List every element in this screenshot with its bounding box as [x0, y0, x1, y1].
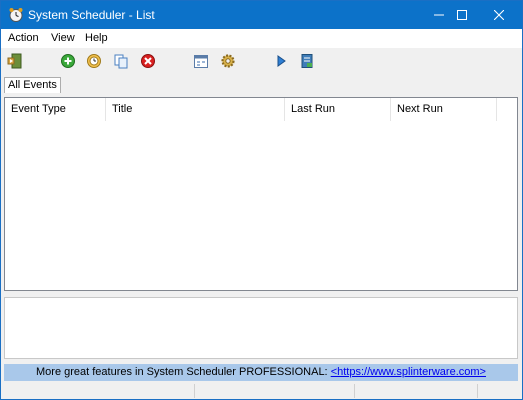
menu-bar: Action View Help	[1, 29, 522, 48]
promo-text: More great features in System Scheduler …	[36, 366, 331, 378]
edit-event-button[interactable]	[86, 53, 102, 69]
column-header-last-run[interactable]: Last Run	[285, 98, 391, 121]
status-cell-2	[354, 384, 477, 398]
status-bar	[1, 382, 522, 399]
column-header-event-type[interactable]: Event Type	[5, 98, 106, 121]
event-details-pane	[4, 297, 518, 359]
settings-button[interactable]	[220, 53, 236, 69]
column-header-title[interactable]: Title	[106, 98, 285, 121]
close-icon	[494, 10, 504, 20]
delete-event-button[interactable]	[140, 53, 156, 69]
exit-icon	[7, 53, 22, 69]
log-icon	[301, 54, 313, 68]
copy-event-button[interactable]	[113, 53, 129, 69]
calendar-view-icon	[194, 55, 208, 68]
add-event-icon	[61, 54, 75, 68]
add-event-button[interactable]	[60, 53, 76, 69]
exit-button[interactable]	[7, 53, 23, 69]
maximize-icon	[457, 10, 467, 20]
toolbar	[1, 48, 522, 74]
menu-help[interactable]: Help	[85, 32, 108, 44]
delete-event-icon	[141, 54, 155, 68]
event-list[interactable]: Event Type Title Last Run Next Run	[4, 97, 518, 291]
status-cell-3	[477, 384, 521, 398]
log-button[interactable]	[299, 53, 315, 69]
tab-all-events[interactable]: All Events	[4, 77, 61, 93]
run-button[interactable]	[273, 53, 289, 69]
column-header-next-run[interactable]: Next Run	[391, 98, 497, 121]
window-title: System Scheduler - List	[28, 8, 155, 22]
menu-action[interactable]: Action	[8, 32, 39, 44]
settings-icon	[221, 54, 235, 68]
menu-view[interactable]: View	[51, 32, 75, 44]
app-window: System Scheduler - List Action View Help	[0, 0, 523, 400]
run-icon	[277, 55, 286, 67]
promo-banner: More great features in System Scheduler …	[4, 364, 518, 381]
promo-link[interactable]: <https://www.splinterware.com>	[331, 366, 486, 378]
edit-event-icon	[87, 54, 101, 68]
app-clock-icon	[8, 7, 24, 23]
status-cell-1	[194, 384, 354, 398]
title-bar[interactable]: System Scheduler - List	[1, 1, 522, 29]
copy-event-icon	[114, 54, 128, 69]
calendar-view-button[interactable]	[193, 53, 209, 69]
close-button[interactable]	[476, 1, 522, 29]
